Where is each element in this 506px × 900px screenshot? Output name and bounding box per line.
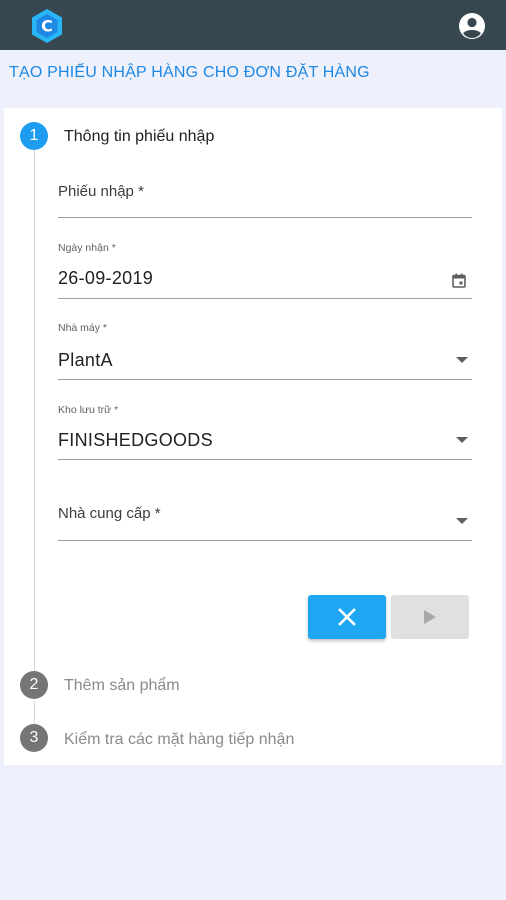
warehouse-label: Kho lưu trữ * [58, 404, 119, 416]
plant-dropdown[interactable]: Nhà máy * PlantA [58, 322, 472, 380]
warehouse-value: FINISHEDGOODS [58, 430, 213, 450]
stepper-connector-line [34, 150, 35, 671]
supplier-underline [58, 540, 472, 541]
plant-value: PlantA [58, 350, 113, 370]
dropdown-arrow-icon[interactable] [456, 437, 468, 443]
step-2-label[interactable]: Thêm sản phẩm [64, 677, 180, 695]
receipt-field[interactable]: Phiếu nhập * [58, 180, 472, 220]
step-2-indicator[interactable]: 2 [20, 671, 48, 699]
app-logo-icon[interactable]: C [30, 8, 64, 44]
cancel-button[interactable] [308, 595, 386, 639]
step-1-indicator[interactable]: 1 [20, 122, 48, 150]
step-3-indicator[interactable]: 3 [20, 724, 48, 752]
dropdown-arrow-icon[interactable] [456, 518, 468, 524]
received-date-label: Ngày nhận * [58, 242, 116, 254]
step-3-label[interactable]: Kiểm tra các mặt hàng tiếp nhận [64, 731, 294, 749]
calendar-icon[interactable] [452, 273, 466, 288]
step-1-label[interactable]: Thông tin phiếu nhập [64, 128, 214, 146]
plant-underline [58, 379, 472, 380]
received-date-field[interactable]: Ngày nhận * 26-09-2019 [58, 242, 472, 300]
close-icon [338, 608, 356, 626]
warehouse-underline [58, 459, 472, 460]
logo-letter: C [41, 17, 53, 36]
plant-label: Nhà máy * [58, 322, 108, 334]
received-date-underline [58, 298, 472, 299]
play-arrow-icon [424, 610, 436, 624]
supplier-dropdown[interactable]: Nhà cung cấp * [58, 502, 472, 542]
app-bar: C [0, 0, 506, 50]
received-date-value: 26-09-2019 [58, 268, 154, 288]
supplier-label: Nhà cung cấp * [58, 505, 161, 522]
next-button[interactable] [391, 595, 469, 639]
page-title: TẠO PHIẾU NHẬP HÀNG CHO ĐƠN ĐẶT HÀNG [9, 64, 370, 81]
warehouse-dropdown[interactable]: Kho lưu trữ * FINISHEDGOODS [58, 404, 472, 462]
receipt-field-underline [58, 217, 472, 218]
account-circle-icon[interactable] [458, 12, 486, 40]
receipt-field-label: Phiếu nhập * [58, 183, 144, 200]
stepper-connector-line [34, 700, 35, 724]
dropdown-arrow-icon[interactable] [456, 357, 468, 363]
